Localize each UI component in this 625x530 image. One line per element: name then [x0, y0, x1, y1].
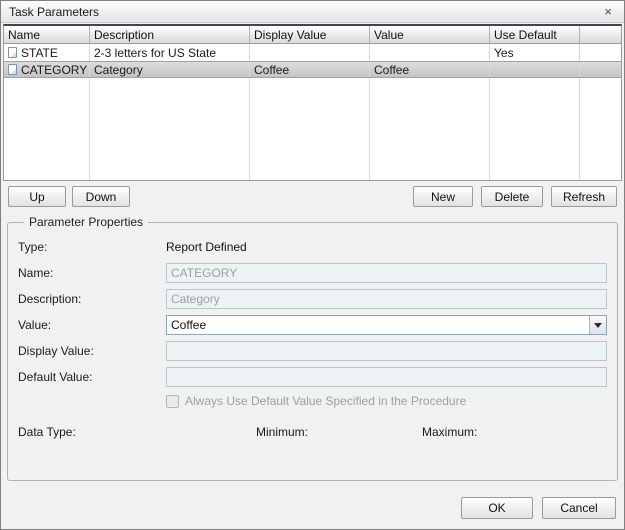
- down-button[interactable]: Down: [72, 186, 130, 207]
- parameters-grid: Name Description Display Value Value Use…: [3, 24, 622, 181]
- value-label: Value:: [18, 318, 166, 332]
- always-use-default-label: Always Use Default Value Specified in th…: [185, 394, 466, 408]
- default-value-field: [166, 367, 607, 387]
- ok-button[interactable]: OK: [461, 497, 533, 519]
- cell-description: Category: [90, 62, 250, 77]
- cell-name: CATEGORY: [4, 62, 90, 77]
- grid-empty-area: [4, 78, 621, 180]
- always-use-default-row: Always Use Default Value Specified in th…: [166, 393, 607, 409]
- column-header-use-default: Use Default: [490, 26, 580, 43]
- new-button[interactable]: New: [413, 186, 473, 207]
- grid-toolbar: Up Down New Delete Refresh: [8, 186, 617, 207]
- cancel-button[interactable]: Cancel: [542, 497, 616, 519]
- cell-description: 2-3 letters for US State: [90, 44, 250, 61]
- minimum-label: Minimum:: [256, 425, 422, 439]
- cell-name-text: STATE: [21, 46, 58, 60]
- column-header-filler: [580, 26, 621, 43]
- grid-toolbar-right: New Delete Refresh: [413, 186, 617, 207]
- column-header-name: Name: [4, 26, 90, 43]
- name-label: Name:: [18, 266, 166, 280]
- maximum-label: Maximum:: [422, 425, 607, 439]
- cell-filler: [580, 44, 621, 61]
- display-value-row: Display Value:: [18, 341, 607, 361]
- name-row: Name:: [18, 263, 607, 283]
- description-label: Description:: [18, 292, 166, 306]
- dialog-title: Task Parameters: [9, 5, 600, 19]
- cell-value: [370, 44, 490, 61]
- title-bar: Task Parameters ×: [1, 1, 624, 23]
- name-field: [166, 263, 607, 283]
- grid-body: STATE 2-3 letters for US State Yes CATEG…: [4, 44, 621, 180]
- data-type-row: Data Type: Minimum: Maximum:: [18, 425, 607, 439]
- grid-header-row: Name Description Display Value Value Use…: [4, 26, 621, 44]
- task-parameters-dialog: Task Parameters × Name Description Displ…: [0, 0, 625, 530]
- cell-display-value: Coffee: [250, 62, 370, 77]
- type-row: Type: Report Defined: [18, 237, 607, 257]
- up-button[interactable]: Up: [8, 186, 66, 207]
- cell-filler: [580, 62, 621, 77]
- table-row-state[interactable]: STATE 2-3 letters for US State Yes: [4, 44, 621, 61]
- type-value: Report Defined: [166, 240, 247, 254]
- column-header-description: Description: [90, 26, 250, 43]
- refresh-button[interactable]: Refresh: [551, 186, 617, 207]
- cell-name: STATE: [4, 44, 90, 61]
- data-type-label: Data Type:: [18, 425, 256, 439]
- default-value-row: Default Value:: [18, 367, 607, 387]
- description-field: [166, 289, 607, 309]
- cell-name-text: CATEGORY: [21, 63, 87, 77]
- value-combobox[interactable]: Coffee: [166, 315, 607, 335]
- value-combobox-text: Coffee: [167, 316, 589, 334]
- default-value-label: Default Value:: [18, 370, 166, 384]
- table-row-category-selected[interactable]: CATEGORY Category Coffee Coffee: [4, 61, 621, 78]
- column-header-value: Value: [370, 26, 490, 43]
- cell-value: Coffee: [370, 62, 490, 77]
- delete-button[interactable]: Delete: [481, 186, 543, 207]
- display-value-field: [166, 341, 607, 361]
- always-use-default-checkbox: [166, 395, 179, 408]
- parameter-properties-group: Parameter Properties Type: Report Define…: [7, 215, 618, 481]
- close-icon[interactable]: ×: [600, 4, 616, 19]
- document-icon: [8, 64, 17, 75]
- dropdown-arrow-icon[interactable]: [589, 316, 606, 334]
- display-value-label: Display Value:: [18, 344, 166, 358]
- value-row: Value: Coffee: [18, 315, 607, 335]
- description-row: Description:: [18, 289, 607, 309]
- cell-display-value: [250, 44, 370, 61]
- document-icon: [8, 47, 17, 58]
- parameter-properties-legend: Parameter Properties: [24, 215, 148, 229]
- dialog-footer: OK Cancel: [461, 497, 616, 519]
- type-label: Type:: [18, 240, 166, 254]
- column-header-display-value: Display Value: [250, 26, 370, 43]
- cell-use-default: Yes: [490, 44, 580, 61]
- cell-use-default: [490, 62, 580, 77]
